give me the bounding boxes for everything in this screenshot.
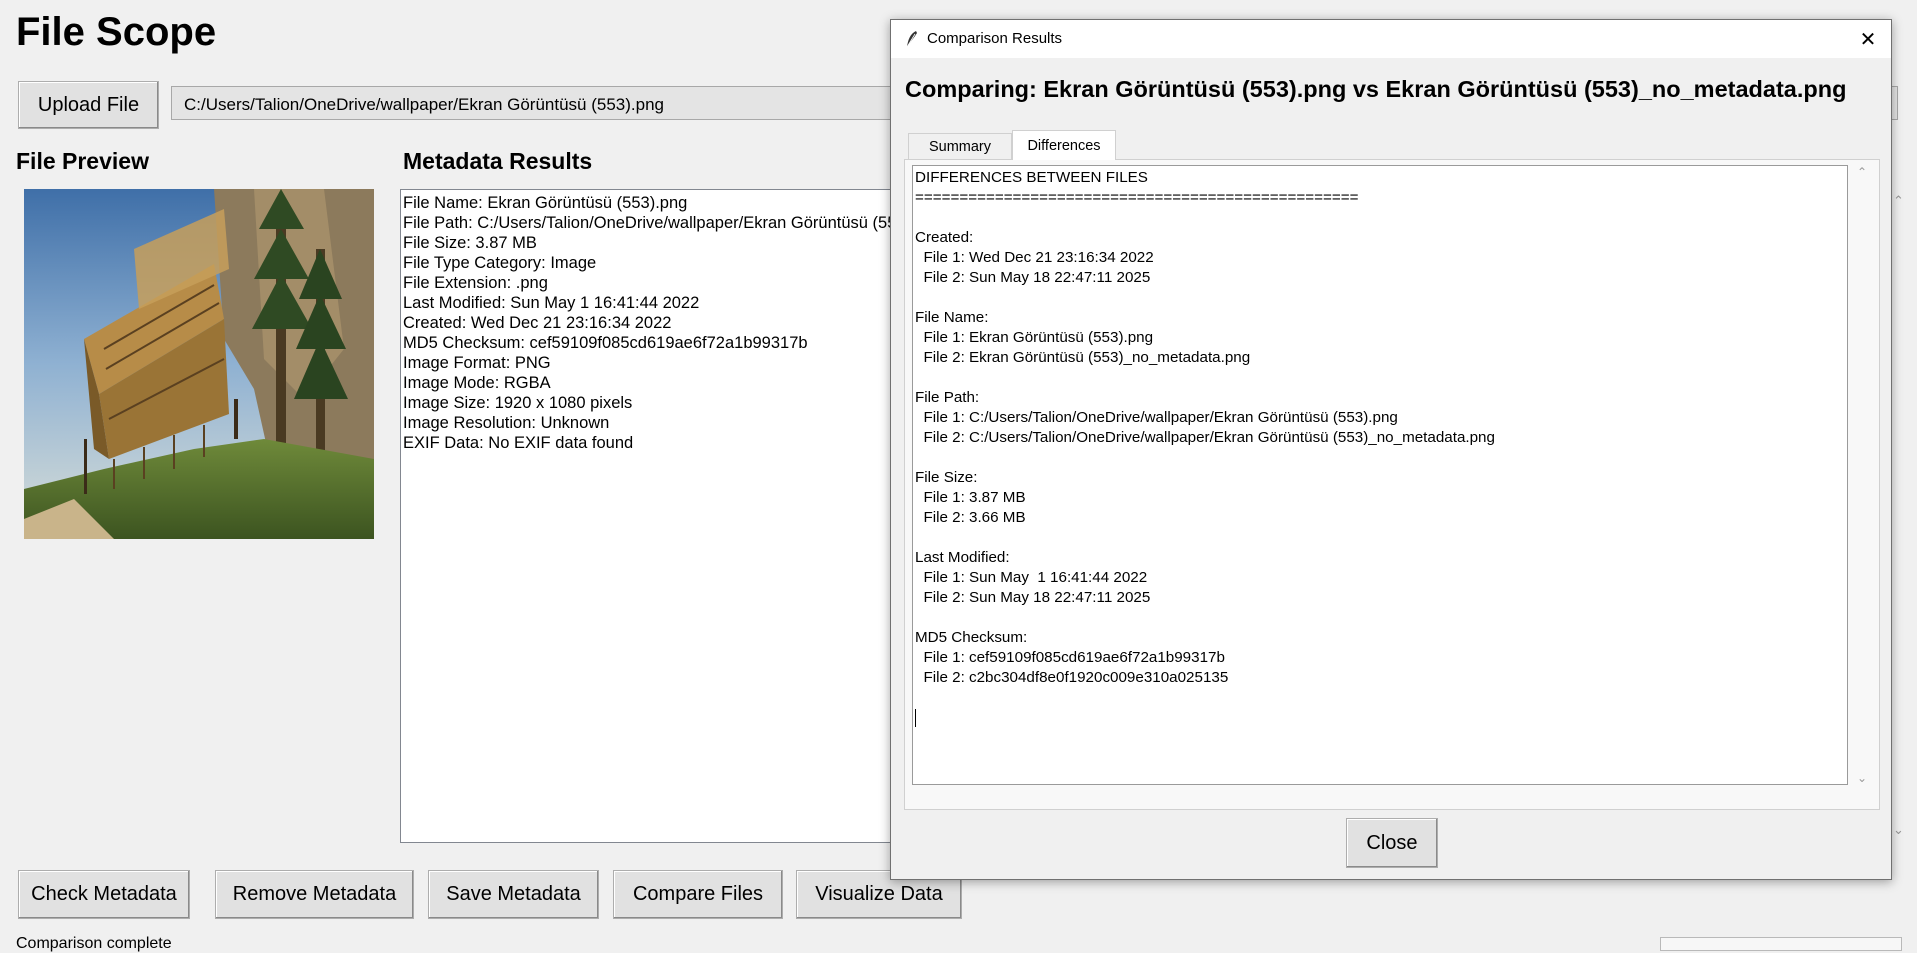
diff-line (915, 608, 1845, 628)
dialog-titlebar[interactable]: Comparison Results ✕ (891, 20, 1891, 58)
comparison-heading: Comparing: Ekran Görüntüsü (553).png vs … (905, 76, 1847, 102)
scroll-down-arrow-icon[interactable]: ⌄ (1852, 771, 1872, 785)
diff-line: File 1: Ekran Görüntüsü (553).png (915, 329, 1154, 346)
metadata-line: EXIF Data: No EXIF data found (403, 434, 634, 452)
upload-file-button[interactable]: Upload File (18, 81, 159, 129)
diff-line: File 2: Sun May 18 22:47:11 2025 (915, 269, 1151, 286)
diff-line: File 1: C:/Users/Talion/OneDrive/wallpap… (915, 409, 1398, 426)
diff-line: ========================================… (915, 189, 1359, 206)
dialog-close-button[interactable]: Close (1346, 818, 1438, 868)
remove-metadata-button[interactable]: Remove Metadata (215, 870, 414, 919)
tab-summary[interactable]: Summary (908, 133, 1012, 159)
scroll-up-arrow-icon[interactable]: ⌃ (1893, 193, 1904, 209)
diff-line (915, 288, 1845, 308)
diff-line (915, 528, 1845, 548)
metadata-line: File Extension: .png (403, 274, 548, 292)
differences-scrollbar[interactable]: ⌃ ⌄ (1852, 165, 1872, 785)
diff-line: DIFFERENCES BETWEEN FILES (915, 169, 1148, 186)
metadata-line: MD5 Checksum: cef59109f085cd619ae6f72a1b… (403, 334, 808, 352)
metadata-line: Created: Wed Dec 21 23:16:34 2022 (403, 314, 672, 332)
save-metadata-button[interactable]: Save Metadata (428, 870, 599, 919)
differences-tab-panel: DIFFERENCES BETWEEN FILES ==============… (904, 159, 1880, 810)
metadata-line: File Name: Ekran Görüntüsü (553).png (403, 194, 688, 212)
scroll-up-arrow-icon[interactable]: ⌃ (1852, 165, 1872, 179)
compare-files-button[interactable]: Compare Files (613, 870, 783, 919)
diff-line: MD5 Checksum: (915, 629, 1028, 646)
diff-line (915, 448, 1845, 468)
feather-icon (906, 31, 917, 48)
diff-line (915, 208, 1845, 228)
differences-textbox[interactable]: DIFFERENCES BETWEEN FILES ==============… (912, 165, 1848, 785)
metadata-results-textbox[interactable]: File Name: Ekran Görüntüsü (553).png Fil… (400, 189, 920, 843)
diff-line: File 2: 3.66 MB (915, 509, 1026, 526)
diff-line: Last Modified: (915, 549, 1010, 566)
diff-line: File 1: cef59109f085cd619ae6f72a1b99317b (915, 649, 1225, 666)
diff-line: File Size: (915, 469, 978, 486)
metadata-line: File Path: C:/Users/Talion/OneDrive/wall… (403, 214, 906, 232)
diff-line: File Name: (915, 309, 989, 326)
comparison-results-dialog: Comparison Results ✕ Comparing: Ekran Gö… (890, 19, 1892, 880)
diff-line: File 1: Wed Dec 21 23:16:34 2022 (915, 249, 1154, 266)
file-preview-image (24, 189, 374, 539)
dialog-window-title: Comparison Results (927, 30, 1063, 47)
metadata-line: Image Format: PNG (403, 354, 551, 372)
diff-line: File Path: (915, 389, 980, 406)
diff-line: File 2: Ekran Görüntüsü (553)_no_metadat… (915, 349, 1251, 366)
diff-line (915, 368, 1845, 388)
diff-line: File 2: Sun May 18 22:47:11 2025 (915, 589, 1151, 606)
diff-line (915, 688, 1845, 708)
diff-line: File 2: c2bc304df8e0f1920c009e310a025135 (915, 669, 1229, 686)
metadata-line: Image Size: 1920 x 1080 pixels (403, 394, 633, 412)
dialog-close-icon[interactable]: ✕ (1845, 20, 1891, 58)
check-metadata-button[interactable]: Check Metadata (18, 870, 190, 919)
preview-image-graphic (24, 189, 374, 539)
text-caret (915, 708, 916, 727)
metadata-line: Last Modified: Sun May 1 16:41:44 2022 (403, 294, 700, 312)
scroll-down-arrow-icon[interactable]: ⌄ (1893, 822, 1904, 838)
diff-line: Created: (915, 229, 974, 246)
metadata-line: Image Mode: RGBA (403, 374, 551, 392)
diff-line: File 1: 3.87 MB (915, 489, 1026, 506)
metadata-line: Image Resolution: Unknown (403, 414, 610, 432)
status-bar-text: Comparison complete (16, 935, 172, 952)
tab-differences[interactable]: Differences (1012, 130, 1116, 160)
metadata-results-heading: Metadata Results (403, 148, 593, 174)
text-cursor-line (915, 708, 1845, 728)
diff-line: File 2: C:/Users/Talion/OneDrive/wallpap… (915, 429, 1495, 446)
diff-line: File 1: Sun May 1 16:41:44 2022 (915, 569, 1148, 586)
status-progress-bar (1660, 937, 1902, 951)
metadata-line: File Size: 3.87 MB (403, 234, 537, 252)
file-preview-heading: File Preview (16, 148, 149, 174)
app-title: File Scope (16, 10, 217, 54)
metadata-line: File Type Category: Image (403, 254, 597, 272)
